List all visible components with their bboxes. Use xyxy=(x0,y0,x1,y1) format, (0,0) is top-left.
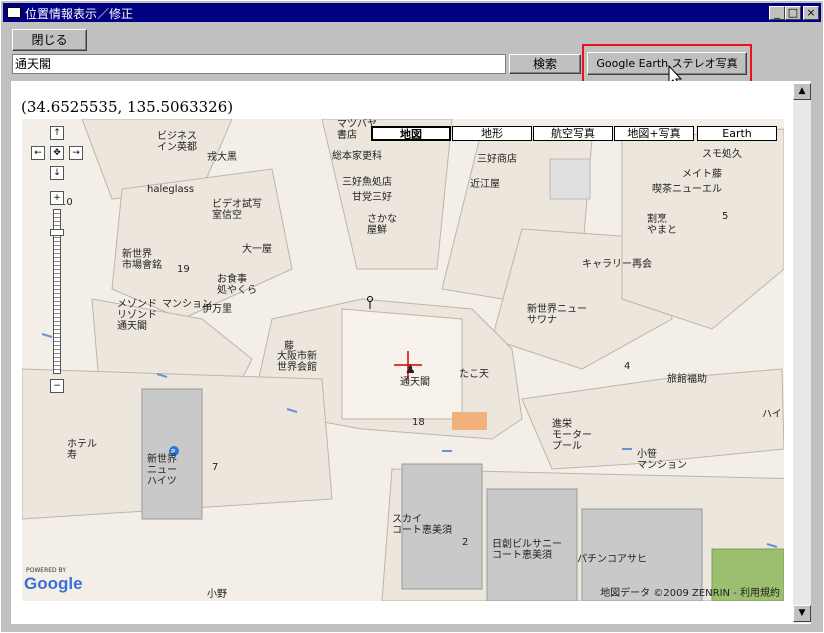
map-view[interactable]: ♟ P ビジネス イン英都 戎大黒 haleglass ビデオ試写 室信空 大一… xyxy=(22,119,784,601)
search-button[interactable]: 検索 xyxy=(509,54,581,74)
zoom-in-icon[interactable]: + xyxy=(50,191,64,205)
map-label: たこ天 xyxy=(459,369,489,380)
map-label: パチンコアサヒ xyxy=(577,554,647,565)
zoom-out-icon[interactable]: − xyxy=(50,379,64,393)
app-window: 位置情報表示／修正 _ □ × 閉じる 通天閣 検索 Google Earth … xyxy=(0,0,824,633)
map-label: ホテル 寿 xyxy=(67,439,97,461)
map-label: キャラリー再会 xyxy=(582,259,652,270)
map-label: 新世界 ニュー ハイツ xyxy=(147,454,177,487)
search-input[interactable]: 通天閣 xyxy=(12,54,506,74)
maximize-button[interactable]: □ xyxy=(785,6,801,20)
scroll-down-icon[interactable]: ▼ xyxy=(793,605,811,622)
map-label: お食事 処やくら xyxy=(217,274,257,296)
map-label: 喫茶ニューエル xyxy=(652,184,722,195)
maptype-hybrid[interactable]: 地図+写真 xyxy=(614,126,694,141)
maptype-satellite[interactable]: 航空写真 xyxy=(533,126,613,141)
title-bar: 位置情報表示／修正 _ □ × xyxy=(3,3,821,22)
svg-text:♟: ♟ xyxy=(405,362,416,376)
map-label: 通天閣 xyxy=(400,377,430,388)
google-logo: Google xyxy=(24,574,83,593)
map-number-label: 5 xyxy=(722,211,729,222)
pan-down-icon[interactable]: ↓ xyxy=(50,166,64,180)
map-label: 日創ビルサニー コート恵美須 xyxy=(492,539,562,561)
pan-reset-icon[interactable]: ✥ xyxy=(50,146,64,160)
map-label: 割烹 やまと xyxy=(647,214,677,236)
map-label: haleglass xyxy=(147,184,195,195)
map-label: 新世界ニュー サワナ xyxy=(527,304,587,326)
minimize-button[interactable]: _ xyxy=(769,6,785,20)
map-label: 小野 xyxy=(207,589,227,600)
map-label: さかな 屋鮮 xyxy=(367,214,397,236)
maptype-earth[interactable]: Earth xyxy=(697,126,777,141)
pan-up-icon[interactable]: ↑ xyxy=(50,126,64,140)
map-label: 進栄 モーター プール xyxy=(552,419,592,452)
map-label: ビジネス イン英都 xyxy=(157,131,197,153)
map-label: メイト藤 xyxy=(682,169,722,180)
window-title: 位置情報表示／修正 xyxy=(25,7,134,21)
map-number-label: 4 xyxy=(624,361,631,372)
maptype-map[interactable]: 地図 xyxy=(371,126,451,141)
map-label: 旅館福助 xyxy=(667,374,707,385)
map-label: スモ処久 xyxy=(702,149,742,160)
map-label: ビデオ試写 室信空 xyxy=(212,199,262,221)
zoom-slider-thumb[interactable] xyxy=(50,228,64,236)
copyright-text[interactable]: 地図データ ©2009 ZENRIN - 利用規約 xyxy=(600,584,780,599)
pan-right-icon[interactable]: → xyxy=(69,146,83,160)
map-label: 大阪市新 世界会館 xyxy=(277,351,317,373)
maptype-terrain[interactable]: 地形 xyxy=(452,126,532,141)
map-label: 戎大黒 xyxy=(207,152,237,163)
map-label: 新世界 市場會銘 xyxy=(122,249,162,271)
map-label: 近江屋 xyxy=(470,179,500,190)
vertical-scrollbar[interactable]: ▲ ▼ xyxy=(793,83,811,623)
map-label: 小笹 マンション xyxy=(637,449,687,471)
map-number-label: 18 xyxy=(412,417,425,428)
map-label: 総本家更科 xyxy=(332,151,382,162)
map-label: マンション xyxy=(162,299,212,310)
map-label: 三好魚処店 xyxy=(342,177,392,188)
map-label: 大一屋 xyxy=(242,244,272,255)
window-icon xyxy=(7,7,21,18)
map-label: メゾンド リゾンド 通天閣 xyxy=(117,299,157,332)
coordinates-readout: (34.6525535, 135.5063326) xyxy=(21,98,234,116)
map-label: 甘党三好 xyxy=(352,192,392,203)
map-label: ハイ xyxy=(762,409,782,420)
map-label: 三好商店 xyxy=(477,154,517,165)
map-number-label: 19 xyxy=(177,264,190,275)
map-label: スカイ コート恵美須 xyxy=(392,514,452,536)
map-number-label: 7 xyxy=(212,462,219,473)
powered-by-label: POWERED BY xyxy=(26,567,67,574)
pan-left-icon[interactable]: ← xyxy=(31,146,45,160)
map-number-label: 2 xyxy=(462,537,469,548)
close-button[interactable]: 閉じる xyxy=(12,29,87,51)
zoom-slider-track[interactable] xyxy=(50,209,64,374)
close-window-button[interactable]: × xyxy=(803,6,819,20)
scroll-up-icon[interactable]: ▲ xyxy=(793,83,811,100)
map-label: 藤 xyxy=(284,341,294,352)
